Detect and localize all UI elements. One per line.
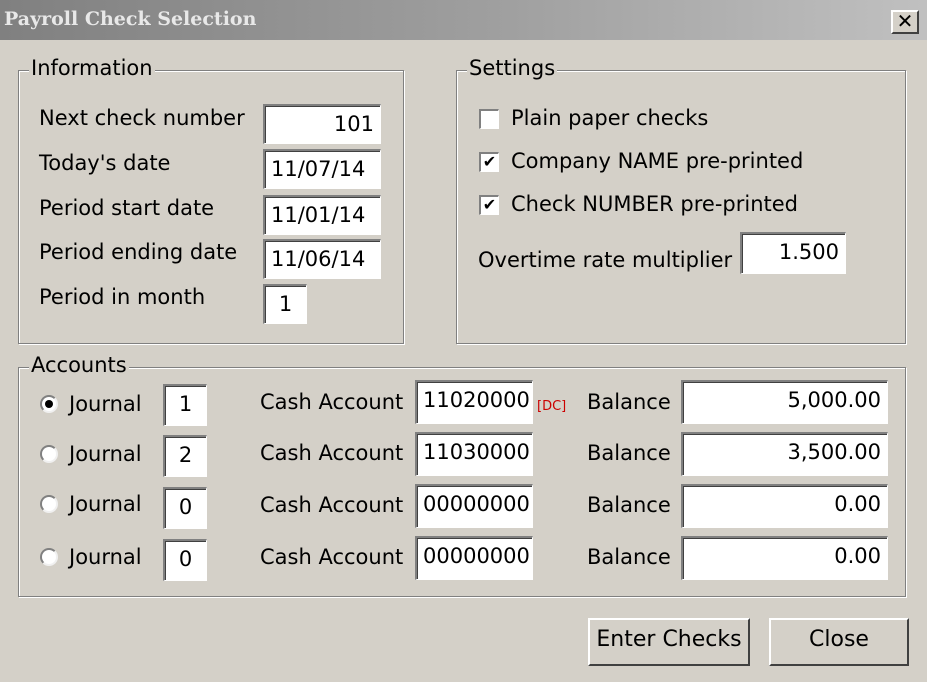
cash-account-label: Cash Account <box>260 441 404 465</box>
period-end-field[interactable]: 11/06/14 <box>263 239 381 279</box>
window-title: Payroll Check Selection <box>4 8 257 30</box>
journal-radio-3[interactable] <box>40 495 58 513</box>
cash-account-field[interactable]: 11020000 <box>415 380 533 424</box>
cash-account-field[interactable]: 00000000 <box>415 484 533 528</box>
close-button[interactable]: Close <box>769 618 909 666</box>
dc-tag: [DC] <box>537 399 567 414</box>
balance-label: Balance <box>587 390 671 414</box>
balance-field: 0.00 <box>681 536 888 580</box>
settings-legend: Settings <box>467 56 558 80</box>
cash-account-field[interactable]: 11030000 <box>415 432 533 476</box>
close-window-button[interactable]: ✕ <box>891 10 919 34</box>
journal-radio-1[interactable] <box>40 395 58 413</box>
balance-label: Balance <box>587 441 671 465</box>
journal-radio-4[interactable] <box>40 548 58 566</box>
accounts-legend: Accounts <box>29 353 129 377</box>
information-legend: Information <box>29 56 155 80</box>
period-start-label: Period start date <box>39 196 215 220</box>
journal-number-field[interactable]: 1 <box>163 384 207 426</box>
check-number-label[interactable]: Check NUMBER pre-printed <box>511 192 798 216</box>
close-icon: ✕ <box>896 9 914 33</box>
plain-paper-label[interactable]: Plain paper checks <box>511 106 708 130</box>
balance-field: 0.00 <box>681 484 888 528</box>
journal-label: Journal <box>69 545 142 569</box>
radio-selected-dot <box>45 400 53 408</box>
journal-number-field[interactable]: 0 <box>163 487 207 529</box>
balance-field: 3,500.00 <box>681 432 888 476</box>
enter-checks-button[interactable]: Enter Checks <box>588 618 750 666</box>
title-bar: Payroll Check Selection ✕ <box>0 0 927 40</box>
balance-field: 5,000.00 <box>681 380 888 424</box>
next-check-field[interactable]: 101 <box>263 104 381 144</box>
cash-account-label: Cash Account <box>260 493 404 517</box>
todays-date-field[interactable]: 11/07/14 <box>263 149 381 189</box>
check-mark-icon: ✔ <box>482 152 497 171</box>
cash-account-field[interactable]: 00000000 <box>415 536 533 580</box>
company-name-label[interactable]: Company NAME pre-printed <box>511 149 803 173</box>
journal-radio-2[interactable] <box>40 445 58 463</box>
cash-account-label: Cash Account <box>260 545 404 569</box>
journal-label: Journal <box>69 442 142 466</box>
check-number-checkbox[interactable]: ✔ <box>479 195 499 215</box>
journal-label: Journal <box>69 392 142 416</box>
overtime-label: Overtime rate multiplier <box>478 248 733 272</box>
balance-label: Balance <box>587 545 671 569</box>
check-mark-icon: ✔ <box>482 195 497 214</box>
journal-number-field[interactable]: 0 <box>163 539 207 581</box>
company-name-checkbox[interactable]: ✔ <box>479 152 499 172</box>
period-in-month-label: Period in month <box>39 285 206 309</box>
overtime-field[interactable]: 1.500 <box>740 232 846 274</box>
todays-date-label: Today's date <box>39 151 171 175</box>
period-in-month-field[interactable]: 1 <box>263 284 307 324</box>
period-start-field[interactable]: 11/01/14 <box>263 195 381 235</box>
next-check-label: Next check number <box>39 106 245 130</box>
plain-paper-checkbox[interactable] <box>479 109 499 129</box>
journal-label: Journal <box>69 492 142 516</box>
balance-label: Balance <box>587 493 671 517</box>
period-end-label: Period ending date <box>39 240 238 264</box>
journal-number-field[interactable]: 2 <box>163 435 207 477</box>
cash-account-label: Cash Account <box>260 390 404 414</box>
